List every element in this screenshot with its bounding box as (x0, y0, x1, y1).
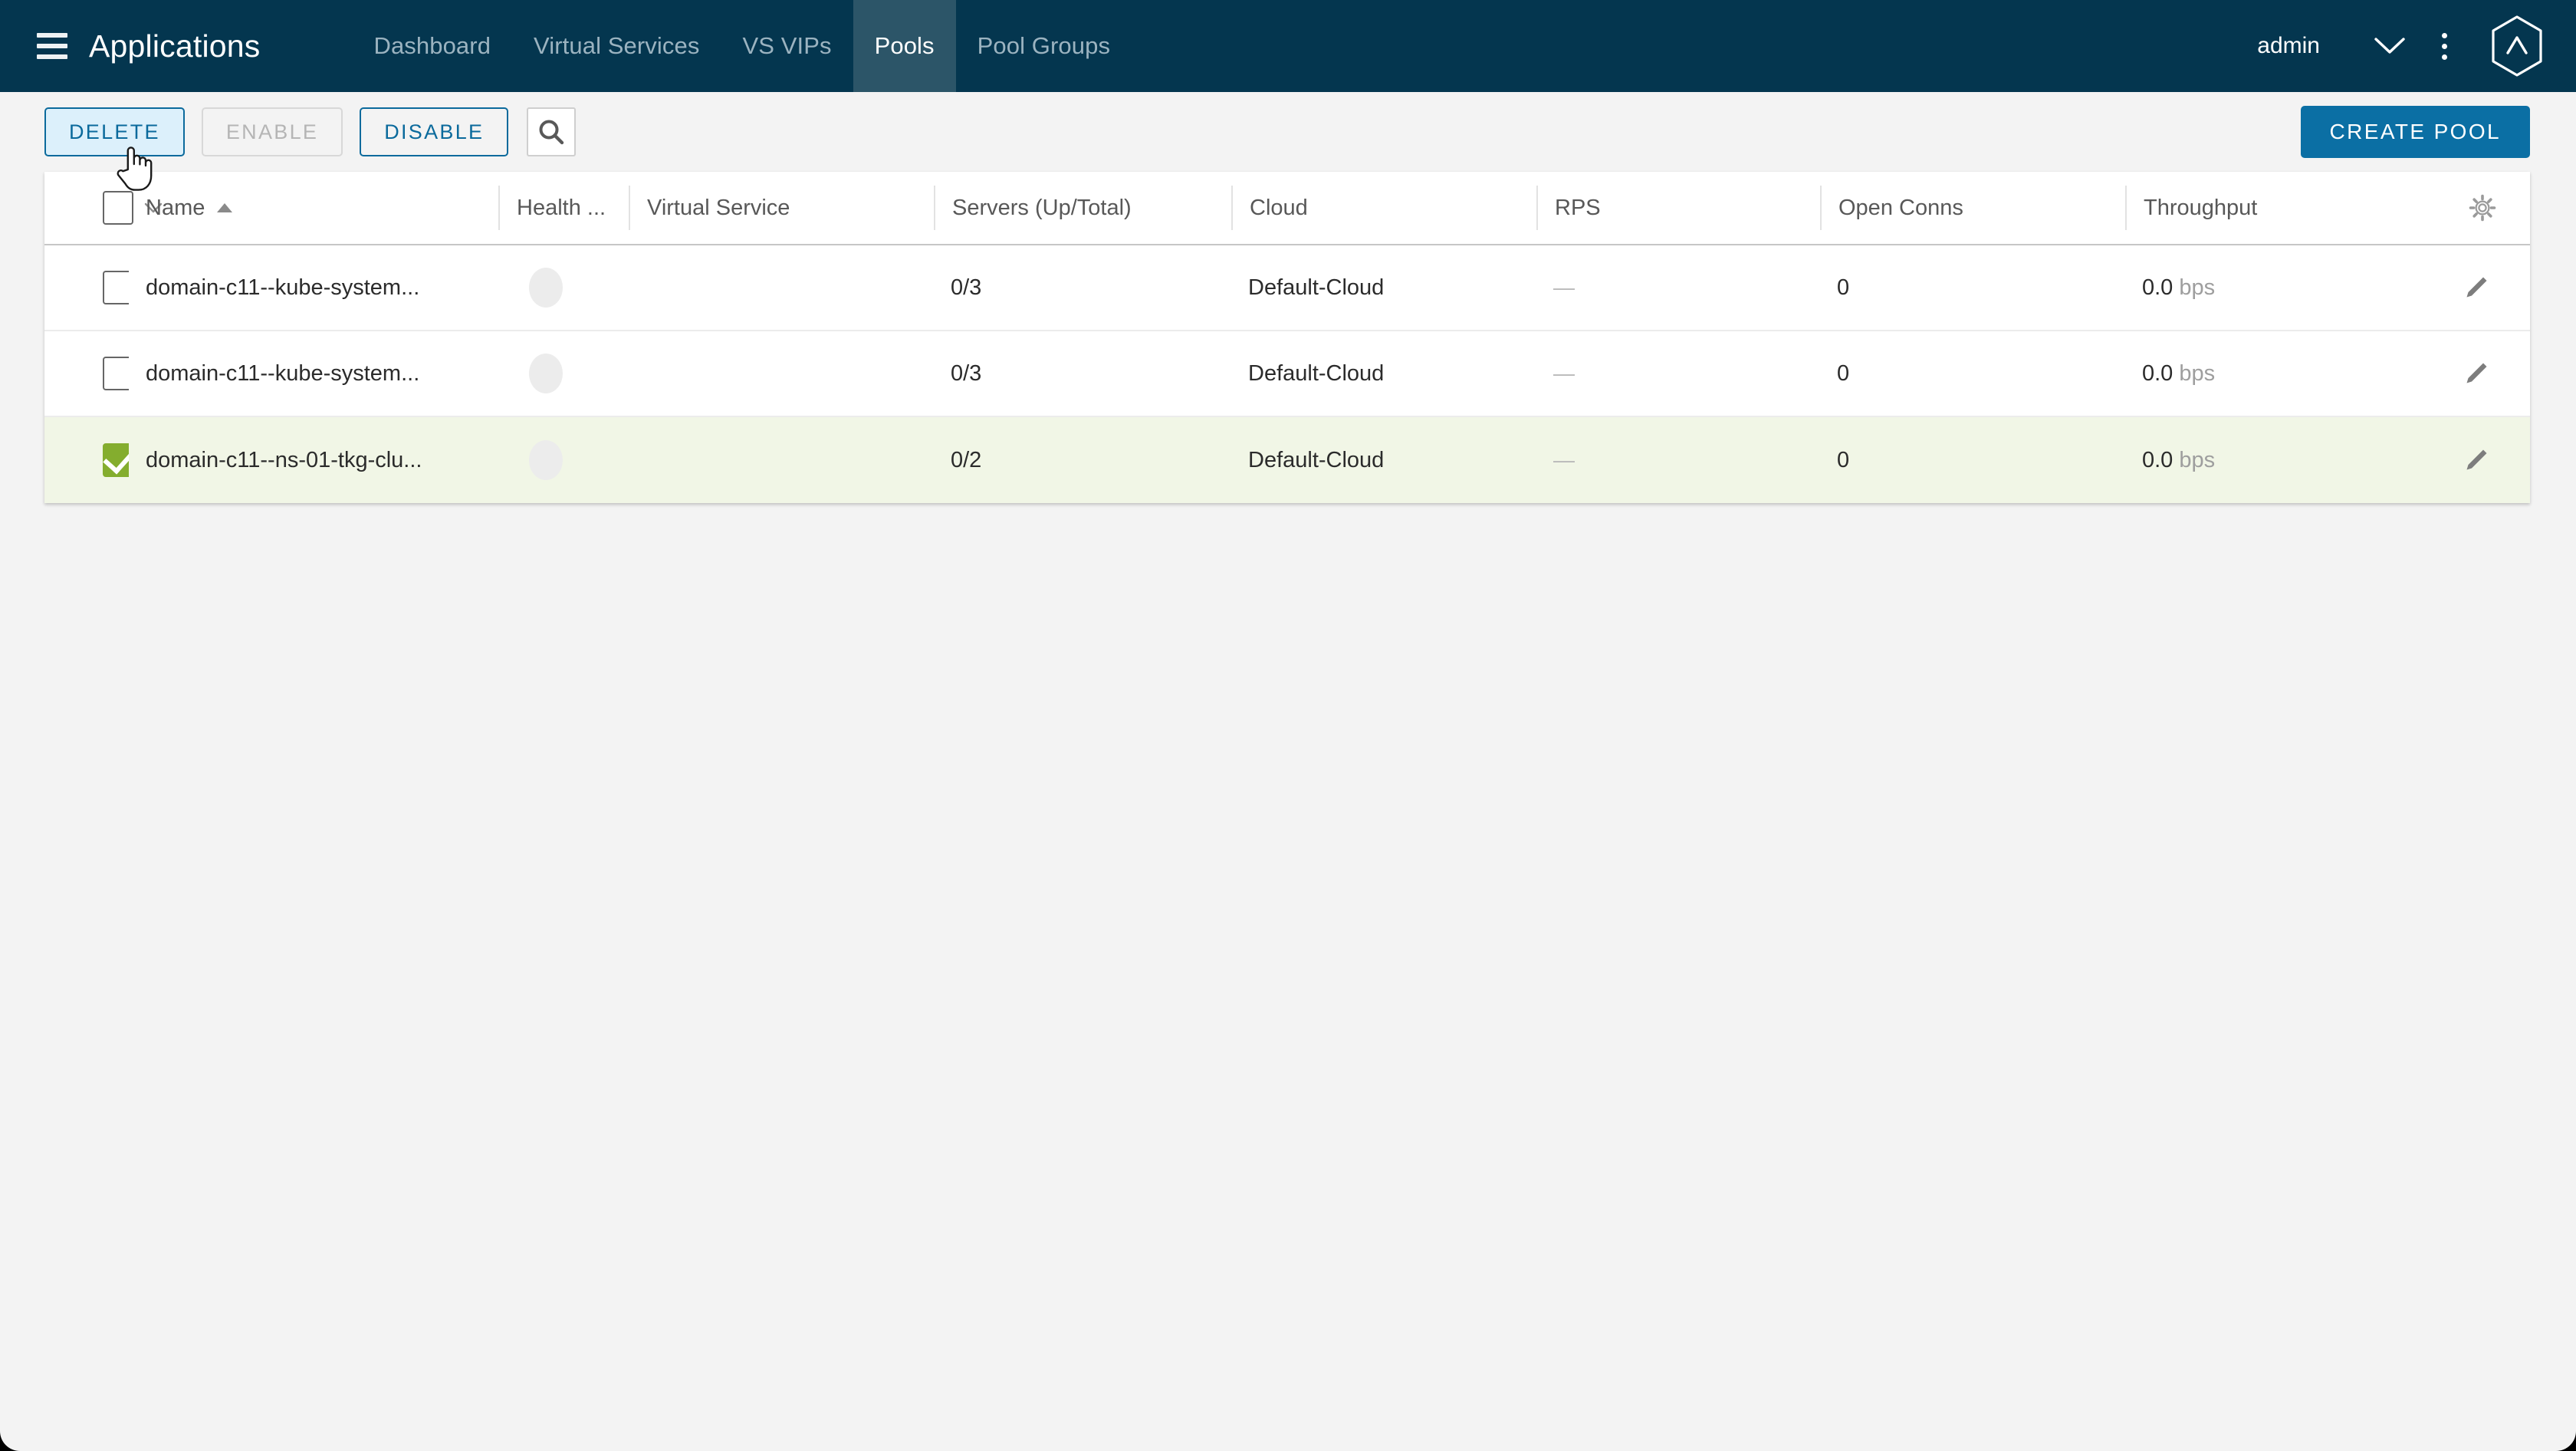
row-select-checkbox[interactable] (103, 271, 129, 304)
table-row[interactable]: domain-c11--kube-system... 0/3 Default-C… (44, 331, 2530, 417)
create-pool-button[interactable]: CREATE POOL (2300, 106, 2530, 158)
cell-rps: — (1553, 275, 1575, 299)
header-health[interactable]: Health ... (498, 186, 629, 230)
nav-item-virtual-services[interactable]: Virtual Services (512, 0, 721, 92)
brand-area: Applications (0, 0, 260, 92)
cell-open-conns: 0 (1837, 447, 1850, 472)
header-cloud[interactable]: Cloud (1231, 186, 1536, 230)
cell-health (498, 440, 629, 480)
throughput-unit: bps (2179, 447, 2216, 472)
row-select-checkbox[interactable] (103, 443, 129, 477)
cell-throughput: 0.0 bps (2125, 448, 2435, 473)
nav-item-pools[interactable]: Pools (853, 0, 956, 92)
action-toolbar: DELETE ENABLE DISABLE CREATE POOL (0, 92, 2576, 172)
cell-throughput: 0.0 bps (2125, 275, 2435, 301)
header-open-conns[interactable]: Open Conns (1820, 186, 2125, 230)
row-checkbox-cell (44, 443, 129, 477)
nav-item-vs-vips[interactable]: VS VIPs (721, 0, 853, 92)
delete-button[interactable]: DELETE (44, 107, 185, 156)
top-bar-right-controls: admin (2257, 0, 2576, 92)
enable-button[interactable]: ENABLE (201, 107, 343, 156)
username-label: admin (2257, 33, 2320, 58)
health-status-indicator (529, 354, 563, 393)
throughput-unit: bps (2179, 275, 2216, 300)
header-name[interactable]: Name (129, 186, 498, 230)
cell-rps: — (1553, 361, 1575, 385)
header-rps[interactable]: RPS (1536, 186, 1820, 230)
pools-table: Name Health ... Virtual Service Servers … (44, 172, 2530, 503)
avi-hexagon-logo-icon[interactable] (2484, 13, 2550, 79)
cell-name: domain-c11--kube-system... (146, 360, 420, 386)
cell-open-conns: 0 (1837, 360, 1850, 386)
table-row[interactable]: domain-c11--kube-system... 0/3 Default-C… (44, 245, 2530, 331)
app-title: Applications (89, 28, 261, 64)
table-row[interactable]: domain-c11--ns-01-tkg-clu... 0/2 Default… (44, 417, 2530, 503)
search-button[interactable] (527, 107, 577, 156)
health-status-indicator (529, 268, 563, 308)
row-edit-button[interactable] (2435, 446, 2530, 474)
top-navigation-bar: Applications Dashboard Virtual Services … (0, 0, 2576, 92)
cell-name: domain-c11--kube-system... (146, 275, 420, 300)
nav-item-pool-groups[interactable]: Pool Groups (956, 0, 1132, 92)
nav-item-dashboard[interactable]: Dashboard (352, 0, 512, 92)
cell-cloud: Default-Cloud (1248, 360, 1385, 386)
header-select-all-cell (44, 186, 163, 230)
chevron-down-icon[interactable] (2361, 18, 2418, 74)
header-virtual-service[interactable]: Virtual Service (629, 186, 934, 230)
cell-health (498, 268, 629, 308)
cell-servers: 0/3 (951, 275, 982, 300)
cell-cloud: Default-Cloud (1248, 275, 1385, 300)
header-servers[interactable]: Servers (Up/Total) (934, 186, 1231, 230)
throughput-value: 0.0 (2142, 447, 2174, 472)
cell-name: domain-c11--ns-01-tkg-clu... (146, 447, 422, 472)
row-checkbox-cell (44, 357, 129, 390)
kebab-menu-icon[interactable] (2418, 18, 2470, 74)
throughput-unit: bps (2179, 360, 2216, 386)
pencil-edit-icon (2466, 277, 2487, 298)
cell-cloud: Default-Cloud (1248, 447, 1385, 472)
column-settings-button[interactable] (2435, 186, 2530, 230)
cell-rps: — (1553, 448, 1575, 472)
header-throughput[interactable]: Throughput (2125, 186, 2435, 230)
table-header-row: Name Health ... Virtual Service Servers … (44, 172, 2530, 245)
pencil-edit-icon (2466, 363, 2487, 383)
search-icon (539, 120, 564, 145)
row-select-checkbox[interactable] (103, 357, 129, 390)
row-edit-button[interactable] (2435, 274, 2530, 301)
gear-icon (2469, 194, 2496, 222)
cell-servers: 0/2 (951, 447, 982, 472)
health-status-indicator (529, 440, 563, 480)
sort-ascending-icon (217, 203, 233, 212)
throughput-value: 0.0 (2142, 360, 2174, 386)
disable-button[interactable]: DISABLE (360, 107, 509, 156)
cell-open-conns: 0 (1837, 275, 1850, 300)
cell-throughput: 0.0 bps (2125, 361, 2435, 387)
cell-servers: 0/3 (951, 360, 982, 386)
row-checkbox-cell (44, 271, 129, 304)
row-edit-button[interactable] (2435, 360, 2530, 387)
main-nav: Dashboard Virtual Services VS VIPs Pools… (352, 0, 1132, 92)
pencil-edit-icon (2466, 449, 2487, 470)
cell-health (498, 354, 629, 393)
app-window: Applications Dashboard Virtual Services … (0, 0, 2576, 1451)
hamburger-icon[interactable] (37, 33, 67, 59)
header-name-label: Name (146, 195, 205, 220)
throughput-value: 0.0 (2142, 275, 2174, 300)
